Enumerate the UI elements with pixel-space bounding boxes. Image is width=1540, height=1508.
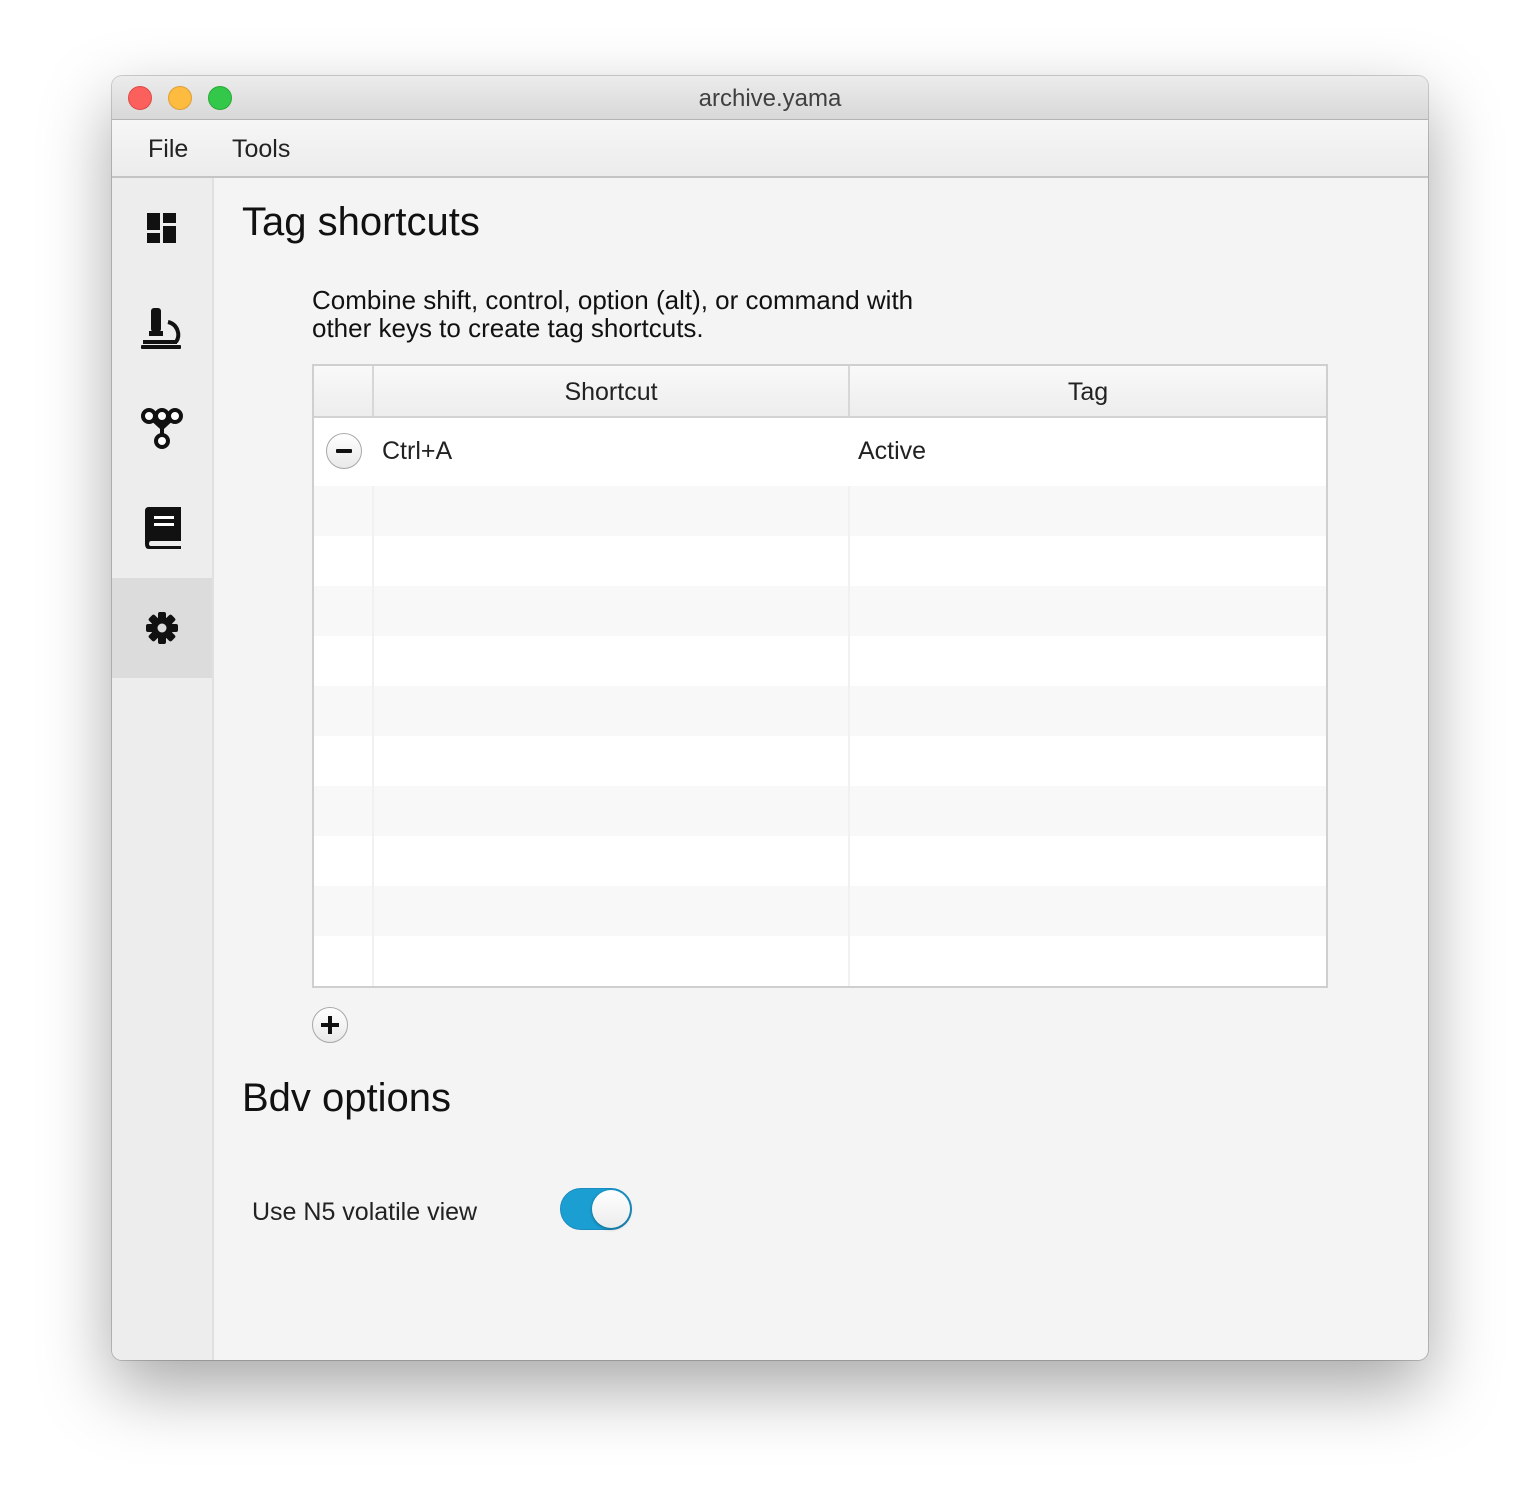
- table-row[interactable]: Ctrl+A Active: [314, 418, 1326, 486]
- sidebar-item-microscope[interactable]: [112, 278, 212, 378]
- tag-shortcuts-description: Combine shift, control, option (alt), or…: [312, 286, 913, 342]
- column-header-actions: [314, 366, 374, 416]
- microscope-icon: [141, 308, 181, 349]
- use-n5-volatile-label: Use N5 volatile view: [252, 1198, 478, 1226]
- column-header-tag[interactable]: Tag: [850, 366, 1326, 416]
- hierarchy-icon: [141, 408, 183, 449]
- plus-icon: [328, 1016, 332, 1034]
- shortcut-cell[interactable]: Ctrl+A: [382, 418, 452, 484]
- minus-icon: [336, 449, 352, 453]
- menu-bar: File Tools: [112, 120, 1428, 178]
- book-icon: [145, 507, 181, 549]
- menu-tools[interactable]: Tools: [226, 120, 296, 176]
- remove-shortcut-button[interactable]: [326, 433, 362, 469]
- settings-content: Tag shortcuts Combine shift, control, op…: [214, 178, 1428, 1360]
- use-n5-volatile-toggle[interactable]: [560, 1188, 632, 1230]
- window-title: archive.yama: [698, 85, 842, 112]
- title-bar: archive.yama: [112, 76, 1428, 120]
- empty-row: [314, 786, 1326, 836]
- column-divider: [372, 418, 374, 986]
- empty-row: [314, 486, 1326, 536]
- sidebar-item-book[interactable]: [112, 478, 212, 578]
- tag-shortcuts-heading: Tag shortcuts: [242, 200, 480, 244]
- menu-file[interactable]: File: [142, 120, 194, 176]
- column-divider: [848, 418, 850, 986]
- toggle-knob: [592, 1190, 630, 1228]
- description-line: Combine shift, control, option (alt), or…: [312, 285, 914, 315]
- gear-icon: [146, 612, 178, 644]
- sidebar: [112, 178, 214, 1360]
- app-window: archive.yama File Tools Tag shortcuts Co…: [112, 76, 1428, 1360]
- shortcuts-table: Shortcut Tag Ctrl+A Active: [312, 364, 1328, 988]
- tag-cell[interactable]: Active: [858, 418, 926, 484]
- column-header-shortcut[interactable]: Shortcut: [374, 366, 850, 416]
- sidebar-item-dashboard[interactable]: [112, 178, 212, 278]
- description-line: other keys to create tag shortcuts.: [312, 313, 704, 343]
- sidebar-item-hierarchy[interactable]: [112, 378, 212, 478]
- add-shortcut-button[interactable]: [312, 1007, 348, 1043]
- empty-row: [314, 686, 1326, 736]
- bdv-options-heading: Bdv options: [242, 1076, 452, 1120]
- empty-row: [314, 886, 1326, 936]
- table-header: Shortcut Tag: [314, 366, 1326, 418]
- dashboard-icon: [147, 213, 176, 243]
- sidebar-item-settings[interactable]: [112, 578, 212, 678]
- empty-row: [314, 586, 1326, 636]
